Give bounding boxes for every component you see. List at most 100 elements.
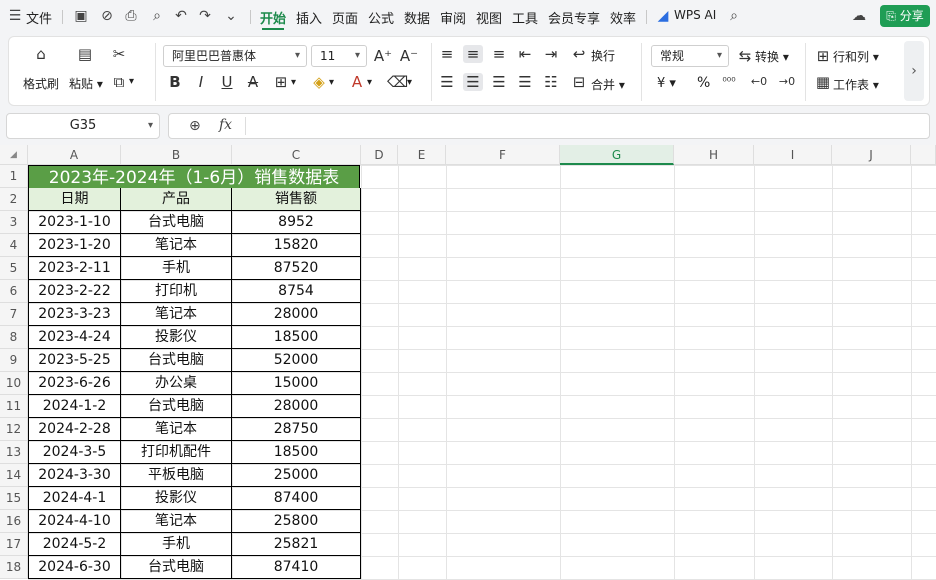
convert-icon[interactable]: ⇆ [735,47,755,65]
worksheet-icon[interactable]: ▦ [813,73,833,91]
table-cell[interactable]: 2023-1-20 [28,234,121,257]
print-icon[interactable]: ⎙ [122,8,140,24]
row-column-icon[interactable]: ⊞ [813,47,833,65]
table-cell[interactable]: 2024-1-2 [28,395,121,418]
table-cell[interactable]: 15820 [232,234,361,257]
row-header-14[interactable]: 14 [0,464,28,487]
thousands-separator-icon[interactable]: ⁰⁰⁰ [719,73,739,91]
table-cell[interactable]: 87520 [232,257,361,280]
clear-dropdown-icon[interactable]: ▾ [407,77,412,88]
distributed-icon[interactable]: ☷ [541,73,561,91]
wrap-text-button[interactable]: 换行 [591,47,615,64]
table-cell[interactable]: 平板电脑 [121,464,232,487]
paste-icon[interactable]: ▤ [75,45,95,63]
wps-ai-icon[interactable]: ◢ [654,8,672,24]
tab-efficiency[interactable]: 效率 [610,8,636,27]
undo-icon[interactable]: ↶ [172,8,190,24]
table-cell[interactable]: 25800 [232,510,361,533]
table-cell[interactable]: 28750 [232,418,361,441]
paste-button[interactable]: 粘贴 ▾ [69,75,103,92]
column-header-j[interactable]: J [832,145,911,165]
row-header-6[interactable]: 6 [0,280,28,303]
font-color-icon[interactable]: A [347,73,367,91]
table-header-cell[interactable]: 日期 [28,188,121,211]
column-header-e[interactable]: E [398,145,446,165]
column-header-d[interactable]: D [361,145,398,165]
table-cell[interactable]: 2023-4-24 [28,326,121,349]
border-dropdown-icon[interactable]: ▾ [291,77,296,88]
table-cell[interactable]: 2024-6-30 [28,556,121,579]
row-header-7[interactable]: 7 [0,303,28,326]
underline-icon[interactable]: U [217,73,237,91]
row-header-18[interactable]: 18 [0,556,28,579]
table-cell[interactable]: 87400 [232,487,361,510]
align-left-icon[interactable]: ☰ [437,73,457,91]
table-cell[interactable]: 2023-5-25 [28,349,121,372]
table-cell[interactable]: 25821 [232,533,361,556]
redo-icon[interactable]: ↷ [196,8,214,24]
column-header-a[interactable]: A [28,145,121,165]
format-painter-icon[interactable]: ⌂ [31,45,51,63]
merge-cells-icon[interactable]: ⊟ [569,73,589,91]
column-header-g[interactable]: G [560,145,674,165]
tab-data[interactable]: 数据 [404,8,430,27]
merge-cells-button[interactable]: 合并 ▾ [591,76,625,93]
table-cell[interactable]: 2023-2-22 [28,280,121,303]
currency-format-button[interactable]: ¥ ▾ [657,76,676,91]
table-header-cell[interactable]: 销售额 [232,188,361,211]
decrease-font-icon[interactable]: A⁻ [399,47,419,65]
column-header-f[interactable]: F [446,145,560,165]
tab-tools[interactable]: 工具 [512,8,538,27]
row-header-3[interactable]: 3 [0,211,28,234]
column-header-h[interactable]: H [674,145,754,165]
clear-format-icon[interactable]: ⌫ [387,73,408,91]
copy-dropdown-icon[interactable]: ▾ [129,76,134,87]
row-header-1[interactable]: 1 [0,165,28,188]
table-cell[interactable]: 2024-4-10 [28,510,121,533]
row-header-11[interactable]: 11 [0,395,28,418]
zoom-icon[interactable]: ⊕ [189,118,201,134]
table-cell[interactable]: 打印机配件 [121,441,232,464]
align-right-icon[interactable]: ☰ [489,73,509,91]
table-cell[interactable]: 笔记本 [121,303,232,326]
table-cell[interactable]: 台式电脑 [121,211,232,234]
row-header-9[interactable]: 9 [0,349,28,372]
wrap-text-icon[interactable]: ↩ [569,45,589,63]
table-cell[interactable]: 8754 [232,280,361,303]
increase-indent-icon[interactable]: ⇥ [541,45,561,63]
tab-insert[interactable]: 插入 [296,8,322,27]
wps-ai-button[interactable]: WPS AI [674,8,716,22]
file-menu[interactable]: 文件 [26,8,52,27]
bold-icon[interactable]: B [165,73,185,91]
table-cell[interactable]: 2024-2-28 [28,418,121,441]
ribbon-scroll-right-button[interactable]: › [904,41,924,101]
hamburger-menu-icon[interactable]: ☰ [6,8,24,24]
table-cell[interactable]: 办公桌 [121,372,232,395]
row-header-4[interactable]: 4 [0,234,28,257]
border-icon[interactable]: ⊞ [271,73,291,91]
table-cell[interactable]: 25000 [232,464,361,487]
search-icon[interactable]: ⌕ [725,8,743,24]
select-all-corner[interactable]: ◢ [0,145,28,165]
number-format-select[interactable]: 常规 ▾ [651,45,729,67]
table-cell[interactable]: 笔记本 [121,234,232,257]
table-cell[interactable]: 2024-3-30 [28,464,121,487]
table-cell[interactable]: 2023-3-23 [28,303,121,326]
cut-icon[interactable]: ✂ [109,45,129,63]
table-cell[interactable]: 2024-3-5 [28,441,121,464]
increase-decimal-icon[interactable]: ←0 [749,73,769,91]
more-chevron-icon[interactable]: ⌄ [222,8,240,24]
tab-page[interactable]: 页面 [332,8,358,27]
tab-view[interactable]: 视图 [476,8,502,27]
worksheet-button[interactable]: 工作表 ▾ [833,76,879,93]
font-name-select[interactable]: 阿里巴巴普惠体 ▾ [163,45,307,67]
table-cell[interactable]: 台式电脑 [121,556,232,579]
table-cell[interactable]: 打印机 [121,280,232,303]
table-cell[interactable]: 手机 [121,257,232,280]
row-column-button[interactable]: 行和列 ▾ [833,48,879,65]
row-header-5[interactable]: 5 [0,257,28,280]
table-cell[interactable]: 手机 [121,533,232,556]
italic-icon[interactable]: I [191,73,211,91]
align-top-icon[interactable]: ≡ [437,45,457,63]
fill-dropdown-icon[interactable]: ▾ [329,77,334,88]
